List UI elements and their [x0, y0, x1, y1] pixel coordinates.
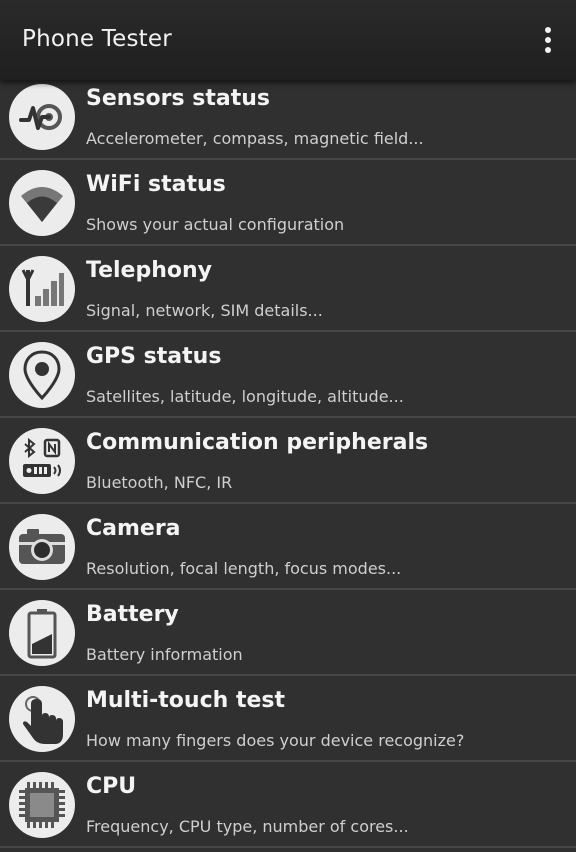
list-item-cpu[interactable]: CPU Frequency, CPU type, number of cores…: [0, 762, 576, 848]
item-subtitle: Bluetooth, NFC, IR: [86, 473, 233, 492]
feature-list: Sensors status Accelerometer, compass, m…: [0, 74, 576, 848]
list-item-wifi[interactable]: WiFi status Shows your actual configurat…: [0, 160, 576, 246]
item-subtitle: Satellites, latitude, longitude, altitud…: [86, 387, 404, 406]
touch-hand-icon: [9, 686, 75, 752]
wifi-icon: [9, 170, 75, 236]
overflow-menu-icon[interactable]: [540, 26, 556, 56]
list-item-sensors[interactable]: Sensors status Accelerometer, compass, m…: [0, 74, 576, 160]
sensor-pulse-icon: [9, 84, 75, 150]
item-subtitle: Resolution, focal length, focus modes...: [86, 559, 402, 578]
app-screen: Phone Tester Sensors status Acceleromete…: [0, 0, 576, 852]
signal-antenna-icon: [9, 256, 75, 322]
item-title: GPS status: [86, 344, 222, 369]
item-subtitle: Frequency, CPU type, number of cores...: [86, 817, 409, 836]
list-item-multitouch[interactable]: Multi-touch test How many fingers does y…: [0, 676, 576, 762]
list-item-battery[interactable]: Battery Battery information: [0, 590, 576, 676]
list-item-communication[interactable]: Communication peripherals Bluetooth, NFC…: [0, 418, 576, 504]
item-subtitle: How many fingers does your device recogn…: [86, 731, 465, 750]
camera-icon: [9, 514, 75, 580]
item-title: Telephony: [86, 258, 212, 283]
list-item-telephony[interactable]: Telephony Signal, network, SIM details..…: [0, 246, 576, 332]
list-item-camera[interactable]: Camera Resolution, focal length, focus m…: [0, 504, 576, 590]
item-title: Camera: [86, 516, 181, 541]
item-title: WiFi status: [86, 172, 226, 197]
location-pin-icon: [9, 342, 75, 408]
item-subtitle: Signal, network, SIM details...: [86, 301, 323, 320]
list-item-gps[interactable]: GPS status Satellites, latitude, longitu…: [0, 332, 576, 418]
item-title: Battery: [86, 602, 179, 627]
battery-icon: [9, 600, 75, 666]
item-title: Sensors status: [86, 86, 270, 111]
cpu-chip-icon: [9, 772, 75, 838]
app-bar: Phone Tester: [0, 0, 576, 80]
item-title: Multi-touch test: [86, 688, 285, 713]
item-subtitle: Battery information: [86, 645, 243, 664]
item-title: CPU: [86, 774, 137, 799]
app-title: Phone Tester: [22, 26, 172, 52]
item-title: Communication peripherals: [86, 430, 429, 455]
bluetooth-nfc-ir-icon: [9, 428, 75, 494]
item-subtitle: Accelerometer, compass, magnetic field..…: [86, 129, 424, 148]
item-subtitle: Shows your actual configuration: [86, 215, 345, 234]
